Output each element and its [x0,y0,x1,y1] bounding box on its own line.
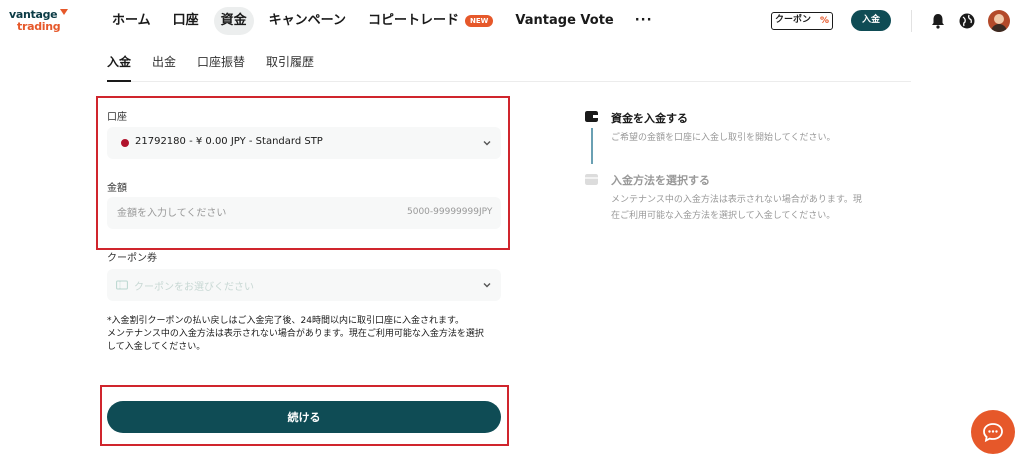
step-desc-method: メンテナンス中の入金方法は表示されない場合があります。現 在ご利用可能な入金方法… [611,192,881,224]
funds-tabs: 入金 出金 口座振替 取引履歴 [107,42,911,82]
coupon-percent-icon: % [819,16,829,26]
nav-item-campaign[interactable]: キャンペーン [262,7,353,35]
logo-mark-icon [60,9,68,15]
chat-support-button[interactable] [971,410,1015,454]
new-badge: NEW [465,15,494,27]
step-desc-line: 在ご利用可能な入金方法を選択して入金してください。 [611,211,836,221]
avatar-body [991,24,1007,32]
continue-button[interactable]: 続ける [107,401,501,433]
globe-icon[interactable] [957,11,977,31]
coupon-button[interactable]: クーポン % [771,12,833,30]
tab-history[interactable]: 取引履歴 [266,42,314,82]
bell-icon[interactable] [928,11,948,31]
account-label: 口座 [107,112,127,123]
step-desc-line: メンテナンス中の入金方法は表示されない場合があります。現 [611,195,862,205]
header-deposit-button[interactable]: 入金 [851,10,891,31]
chevron-down-icon [483,283,491,288]
wallet-icon [585,111,598,122]
amount-range: 5000-99999999 [407,207,479,217]
nav-more-button[interactable]: ··· [629,7,659,35]
nav-item-copy-trade[interactable]: コピートレード NEW [361,7,500,35]
tab-deposit[interactable]: 入金 [107,42,132,82]
coupon-label: クーポン券 [107,253,157,264]
coupon-ticket-icon [116,280,128,290]
card-icon [585,174,598,185]
step-connector [591,128,593,164]
nav-item-funds[interactable]: 資金 [213,7,254,35]
chevron-down-icon [483,141,491,146]
nav-item-accounts[interactable]: 口座 [166,7,206,35]
step-desc-deposit: ご希望の金額を口座に入金し取引を開始してください。 [611,133,836,143]
account-status-dot [121,139,129,147]
logo-text-line2: trading [17,20,61,33]
note-line: して入金してください。 [107,342,206,352]
vantage-logo[interactable]: vantage trading [9,8,68,34]
step-title-method: 入金方法を選択する [611,174,710,187]
step-title-deposit: 資金を入金する [611,112,688,125]
chat-icon [983,423,1003,443]
avatar[interactable] [988,10,1010,32]
main-nav: ホーム 口座 資金 キャンペーン コピートレード NEW Vantage Vot… [105,7,667,35]
nav-item-vantage-vote[interactable]: Vantage Vote [508,7,620,35]
coupon-button-label: クーポン [775,15,812,25]
header-divider [911,10,912,32]
avatar-face [994,14,1004,24]
note-line: *入金割引クーポンの払い戻しはご入金完了後、24時間以内に取引口座に入金されます… [107,316,465,326]
note-line: メンテナンス中の入金方法は表示されない場合があります。現在ご利用可能な入金方法を… [107,329,484,339]
amount-currency: JPY [479,207,493,217]
account-select-value: 21792180 - ¥ 0.00 JPY - Standard STP [135,136,323,147]
amount-label: 金額 [107,183,127,194]
nav-item-home[interactable]: ホーム [105,7,158,35]
top-header: vantage trading ホーム 口座 資金 キャンペーン コピートレード… [0,0,1024,42]
tab-transfer[interactable]: 口座振替 [197,42,245,82]
coupon-note: *入金割引クーポンの払い戻しはご入金完了後、24時間以内に取引口座に入金されます… [107,315,507,354]
account-select[interactable]: 21792180 - ¥ 0.00 JPY - Standard STP [107,127,501,159]
nav-item-copy-trade-label: コピートレード [368,13,460,28]
tab-withdraw[interactable]: 出金 [152,42,176,82]
coupon-select-placeholder: クーポンをお選びください [134,282,254,293]
